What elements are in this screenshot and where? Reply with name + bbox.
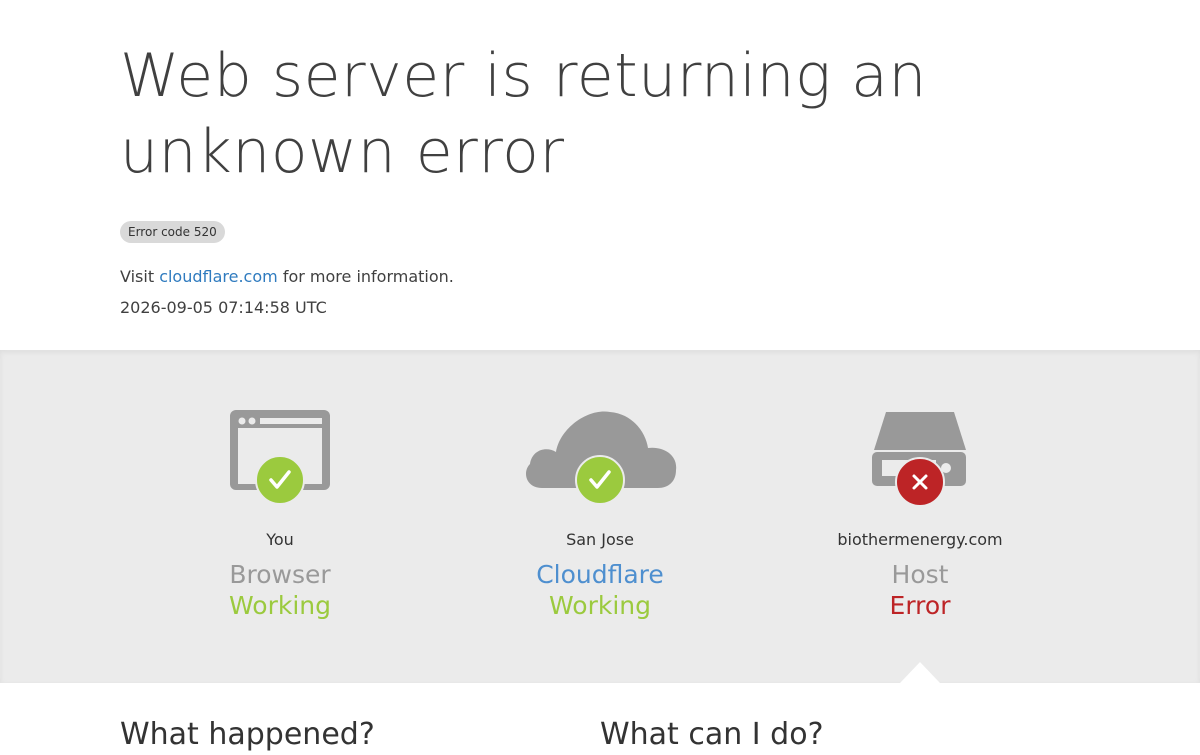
explanation-section: What happened? What can I do?	[0, 683, 1200, 752]
node-location: biothermenergy.com	[837, 530, 1003, 549]
node-type: Browser	[229, 560, 331, 589]
node-state: Error	[889, 591, 951, 620]
visit-info: Visit cloudflare.com for more informatio…	[120, 267, 454, 287]
node-location: You	[266, 530, 294, 549]
visit-prefix: Visit	[120, 267, 160, 286]
cloud-icon	[526, 411, 677, 505]
status-panel: You Browser Working San Jose Cloudflare …	[0, 350, 1200, 683]
status-pointer-arrow	[900, 662, 940, 683]
node-state: Working	[549, 591, 651, 620]
node-type: Host	[891, 560, 949, 589]
server-icon	[872, 412, 966, 507]
what-can-i-do-heading: What can I do?	[600, 717, 824, 752]
visit-suffix: for more information.	[277, 267, 454, 286]
checkmark-icon	[575, 455, 625, 505]
error-header: Web server is returning an unknown error…	[0, 0, 1200, 350]
node-state: Working	[229, 591, 331, 620]
cloudflare-link[interactable]: cloudflare.com	[159, 267, 278, 286]
checkmark-icon	[255, 455, 305, 505]
page-title: Web server is returning an unknown error	[120, 41, 927, 187]
error-x-icon	[895, 457, 945, 507]
what-happened-heading: What happened?	[120, 717, 375, 752]
timestamp: 2026-09-05 07:14:58 UTC	[120, 298, 327, 317]
error-code-badge: Error code 520	[120, 221, 225, 243]
node-type: Cloudflare	[536, 560, 664, 589]
node-location: San Jose	[566, 530, 634, 549]
browser-icon	[230, 410, 330, 505]
